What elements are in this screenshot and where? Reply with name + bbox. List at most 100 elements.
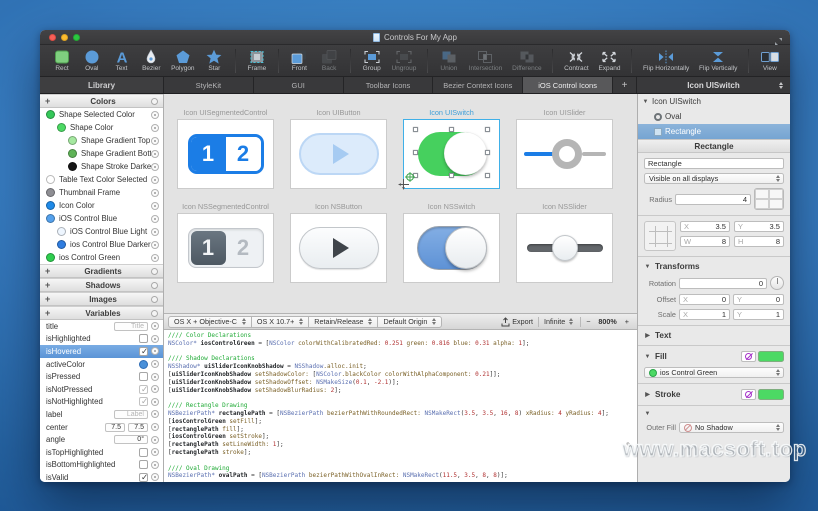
stroke-toggle[interactable] <box>741 389 784 400</box>
zoom-out-button[interactable]: − <box>582 316 594 328</box>
variable-field[interactable]: Label <box>114 410 148 419</box>
color-item-shape-selected-color[interactable]: Shape Selected Color <box>40 108 163 121</box>
variable-row-isnothighlighted[interactable]: isNotHighlighted <box>40 396 163 409</box>
fill-toggle[interactable] <box>741 351 784 362</box>
variable-checkbox[interactable] <box>139 460 148 469</box>
tool-flip-horizontally[interactable]: Flip Horizontally <box>641 46 691 76</box>
target-icon[interactable] <box>151 398 159 406</box>
transforms-section-header[interactable]: ▼ Transforms <box>644 262 784 271</box>
variable-checkbox[interactable] <box>139 448 148 457</box>
tool-bezier[interactable]: Bezier <box>139 46 163 76</box>
tool-intersection[interactable]: Intersection <box>467 46 505 76</box>
selection-handle[interactable] <box>485 127 490 132</box>
variable-field[interactable]: Title <box>114 322 148 331</box>
add-icon[interactable]: + <box>45 308 55 318</box>
variable-field[interactable]: 7.5 <box>105 423 125 432</box>
target-icon[interactable] <box>151 228 159 236</box>
target-icon[interactable] <box>151 360 159 368</box>
variable-checkbox[interactable] <box>139 334 148 343</box>
code-dropdown-default-origin[interactable]: Default Origin <box>377 316 442 328</box>
section-circle-icon[interactable] <box>151 310 158 317</box>
color-item-table-text-color-selected[interactable]: Table Text Color Selected <box>40 173 163 186</box>
color-item-thumbnail-frame[interactable]: Thumbnail Frame <box>40 186 163 199</box>
color-item-ios-control-green[interactable]: ios Control Green <box>40 251 163 264</box>
tab-gui[interactable]: GUI <box>254 77 344 93</box>
tool-front[interactable]: Front <box>287 46 311 76</box>
add-icon[interactable]: + <box>45 294 55 304</box>
color-item-ios-control-blue[interactable]: iOS Control Blue <box>40 212 163 225</box>
variable-checkbox[interactable] <box>139 385 148 394</box>
position-x-field[interactable]: X 3.5 <box>680 221 730 232</box>
offset-x-field[interactable]: X 0 <box>679 294 730 305</box>
tool-star[interactable]: Star <box>202 46 226 76</box>
tool-ungroup[interactable]: Ungroup <box>389 46 418 76</box>
color-item-icon-color[interactable]: Icon Color <box>40 199 163 212</box>
artboard-icon-uiswitch[interactable]: Icon UISwitch <box>403 108 500 189</box>
scale-y-field[interactable]: Y 1 <box>733 309 784 320</box>
target-icon[interactable] <box>151 163 159 171</box>
variable-row-isvalid[interactable]: isValid <box>40 471 163 482</box>
variable-row-title[interactable]: titleTitle <box>40 320 163 333</box>
tool-oval[interactable]: Oval <box>80 46 104 76</box>
layer-row-oval[interactable]: Oval <box>638 109 790 124</box>
section-header-variables[interactable]: +Variables <box>40 306 163 320</box>
layer-row-icon-uiswitch[interactable]: ▼Icon UISwitch <box>638 94 790 109</box>
target-icon[interactable] <box>151 137 159 145</box>
radius-field[interactable]: 4 <box>675 194 751 205</box>
variable-row-ispressed[interactable]: isPressed <box>40 370 163 383</box>
section-header-gradients[interactable]: +Gradients <box>40 264 163 278</box>
inspector-header-stepper-icon[interactable] <box>777 82 785 89</box>
color-item-shape-gradient-bottom[interactable]: Shape Gradient Bottom <box>40 147 163 160</box>
shadows-section-header[interactable]: ▼ <box>644 411 784 417</box>
target-icon[interactable] <box>151 111 159 119</box>
variable-row-angle[interactable]: angle0° <box>40 433 163 446</box>
variable-checkbox[interactable] <box>139 347 148 356</box>
add-tab-button[interactable]: + <box>613 77 637 93</box>
fill-section-header[interactable]: ▼ Fill <box>644 351 784 362</box>
tool-frame[interactable]: Frame <box>245 46 269 76</box>
target-icon[interactable] <box>151 347 159 355</box>
tool-expand[interactable]: Expand <box>596 46 622 76</box>
artboard-surface[interactable] <box>290 213 387 283</box>
target-icon[interactable] <box>151 410 159 418</box>
canvas[interactable]: Icon UISegmentedControl12Icon UIButtonIc… <box>164 94 637 313</box>
variable-row-center[interactable]: center7.57.5 <box>40 421 163 434</box>
section-circle-icon[interactable] <box>151 282 158 289</box>
fill-color-select[interactable]: ios Control Green <box>644 367 784 378</box>
target-icon[interactable] <box>151 473 159 481</box>
colors-section-header[interactable]: +Colors <box>40 94 163 108</box>
export-button[interactable]: Export <box>497 316 537 328</box>
scale-x-field[interactable]: X 1 <box>679 309 730 320</box>
variable-field[interactable]: 0° <box>114 435 148 444</box>
code-area[interactable]: ✎ //// Color DeclarationsNSColor* iosCon… <box>164 330 637 482</box>
section-circle-icon[interactable] <box>151 98 158 105</box>
variable-row-label[interactable]: labelLabel <box>40 408 163 421</box>
stroke-section-header[interactable]: ▶ Stroke <box>644 389 784 400</box>
outer-fill-select[interactable]: No Shadow <box>679 422 784 433</box>
tool-polygon[interactable]: Polygon <box>169 46 197 76</box>
target-icon[interactable] <box>151 189 159 197</box>
target-icon[interactable] <box>151 322 159 330</box>
width-field[interactable]: W 8 <box>680 236 730 247</box>
target-icon[interactable] <box>151 254 159 262</box>
variable-row-ishighlighted[interactable]: isHighlighted <box>40 333 163 346</box>
artboard-surface[interactable] <box>290 119 387 189</box>
variable-checkbox[interactable] <box>139 372 148 381</box>
rotation-field[interactable]: 0 <box>679 278 767 289</box>
variable-checkbox[interactable] <box>139 397 148 406</box>
layer-row-rectangle[interactable]: Rectangle <box>638 124 790 139</box>
artboard-surface[interactable] <box>516 213 613 283</box>
selection-handle[interactable] <box>485 173 490 178</box>
target-icon[interactable] <box>151 176 159 184</box>
variable-row-istophighlighted[interactable]: isTopHighlighted <box>40 446 163 459</box>
color-item-shape-stroke-darker[interactable]: Shape Stroke Darker <box>40 160 163 173</box>
rotation-knob[interactable] <box>770 276 784 290</box>
artboard-surface[interactable] <box>403 119 500 189</box>
corner-radius-grid[interactable] <box>754 188 784 210</box>
tab-stylekit[interactable]: StyleKit <box>164 77 254 93</box>
color-item-ios-control-blue-darker[interactable]: ios Control Blue Darker <box>40 238 163 251</box>
artboard-surface[interactable]: 12 <box>177 213 274 283</box>
tab-toolbar-icons[interactable]: Toolbar Icons <box>344 77 434 93</box>
artboard-icon-uisegmentedcontrol[interactable]: Icon UISegmentedControl12 <box>177 108 274 189</box>
artboard-icon-nsslider[interactable]: Icon NSSlider <box>516 202 613 283</box>
